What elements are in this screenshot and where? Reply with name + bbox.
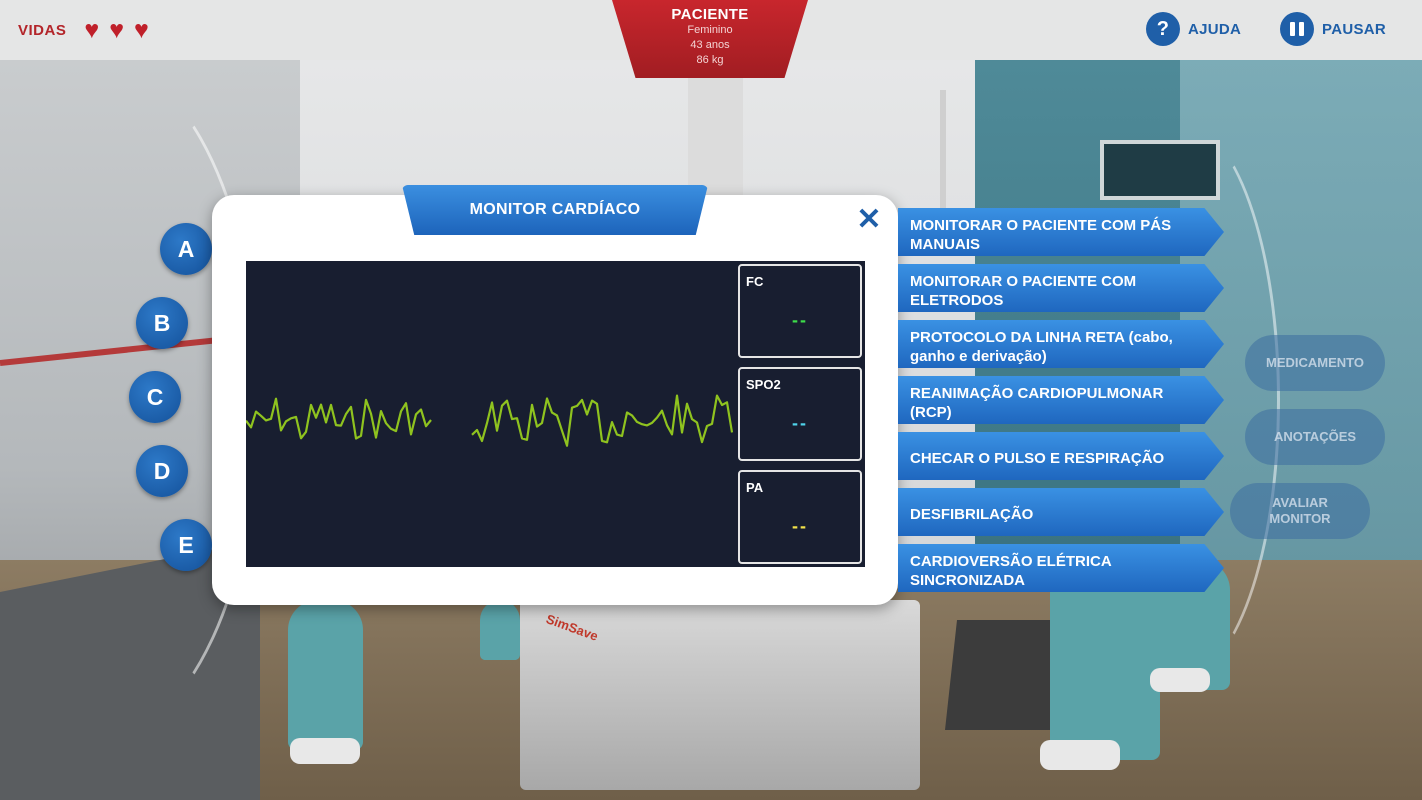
step-stool [945, 620, 1065, 730]
vital-spo2-label: SPO2 [746, 377, 781, 392]
action-defibrillation-button[interactable]: DESFIBRILAÇÃO [898, 488, 1224, 536]
pause-button[interactable]: PAUSAR [1280, 12, 1386, 46]
lives-label: VIDAS [18, 21, 67, 39]
pause-icon [1280, 12, 1314, 46]
staff-shoe [1040, 740, 1120, 770]
patient-title: PACIENTE [671, 6, 749, 23]
help-button[interactable]: ? AJUDA [1146, 12, 1241, 46]
option-e-button[interactable]: E [160, 519, 212, 571]
action-flatline-protocol-button[interactable]: PROTOCOLO DA LINHA RETA (cabo, ganho e d… [898, 320, 1224, 368]
option-b-button[interactable]: B [136, 297, 188, 349]
staff-figure [480, 600, 520, 660]
ecg-waveform [246, 394, 734, 447]
action-cardioversion-button[interactable]: CARDIOVERSÃO ELÉTRICA SINCRONIZADA [898, 544, 1224, 592]
lives-indicator: VIDAS ♥ ♥ ♥ [18, 16, 149, 44]
option-a-button[interactable]: A [160, 223, 212, 275]
vital-spo2-value: -- [792, 413, 808, 433]
heart-icon: ♥ [109, 16, 125, 44]
modal-title: MONITOR CARDÍACO [402, 185, 708, 235]
patient-weight: 86 kg [696, 54, 724, 66]
pillar [688, 60, 743, 200]
patient-sex: Feminino [687, 24, 733, 36]
vital-spo2-panel: SPO2 -- [738, 367, 862, 461]
option-c-button[interactable]: C [129, 371, 181, 423]
notes-button[interactable]: ANOTAÇÕES [1245, 409, 1385, 465]
patient-info-panel: PACIENTE Feminino 43 anos 86 kg [612, 0, 808, 78]
action-cpr-button[interactable]: REANIMAÇÃO CARDIOPULMONAR (RCP) [898, 376, 1224, 424]
vital-fc-panel: FC -- [738, 264, 862, 358]
ecg-trace [471, 394, 734, 447]
vital-pa-value: -- [792, 516, 808, 536]
vital-pa-label: PA [746, 480, 764, 495]
heart-icon: ♥ [84, 16, 100, 44]
vital-fc-label: FC [746, 274, 764, 289]
vital-pa-panel: PA -- [738, 470, 862, 564]
ecg-trace [246, 397, 432, 440]
vital-fc-value: -- [792, 310, 808, 330]
staff-figure [288, 600, 363, 750]
medication-button[interactable]: MEDICAMENTO [1245, 335, 1385, 391]
help-label: AJUDA [1188, 20, 1242, 38]
action-monitor-electrodes-button[interactable]: MONITORAR O PACIENTE COM ELETRODOS [898, 264, 1224, 312]
pause-label: PAUSAR [1322, 20, 1387, 38]
heart-icon: ♥ [134, 16, 149, 44]
evaluate-monitor-button[interactable]: AVALIAR MONITOR [1230, 483, 1370, 539]
action-check-pulse-button[interactable]: CHECAR O PULSO E RESPIRAÇÃO [898, 432, 1224, 480]
action-monitor-paddles-button[interactable]: MONITORAR O PACIENTE COM PÁS MANUAIS [898, 208, 1224, 256]
staff-shoe [290, 738, 360, 764]
patient-age: 43 anos [690, 39, 730, 51]
close-icon[interactable]: ✕ [855, 205, 883, 235]
option-d-button[interactable]: D [136, 445, 188, 497]
question-icon: ? [1146, 12, 1180, 46]
